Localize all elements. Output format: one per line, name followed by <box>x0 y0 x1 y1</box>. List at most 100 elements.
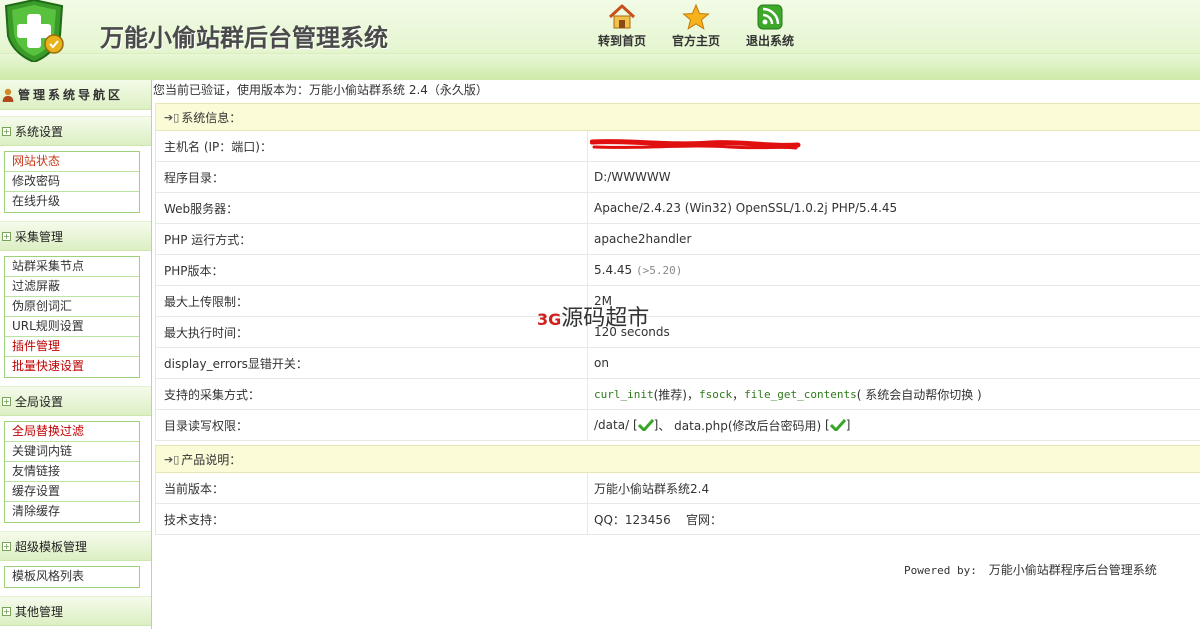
row-label: 支持的采集方式： <box>156 379 588 409</box>
row-value: QQ：123456 官网： <box>588 504 1200 534</box>
sidebar-header: 管理系统导航区 <box>0 80 151 110</box>
sidebar-section-system[interactable]: + 系统设置 <box>0 116 151 146</box>
table-row: display_errors显错开关： on <box>156 348 1200 379</box>
row-label: PHP 运行方式： <box>156 224 588 254</box>
sidebar-item-filter-block[interactable]: 过滤屏蔽 <box>5 277 139 297</box>
nav-home-button[interactable]: 转到首页 <box>585 0 659 49</box>
sidebar-item-cache-settings[interactable]: 缓存设置 <box>5 482 139 502</box>
checkmark-icon <box>637 419 654 431</box>
sidebar-header-label: 管理系统导航区 <box>18 88 124 102</box>
sidebar: 管理系统导航区 + 系统设置 网站状态 修改密码 在线升级 + 采集管理 站群采… <box>0 80 152 629</box>
nav-logout-button[interactable]: 退出系统 <box>733 0 807 49</box>
sidebar-item-plugins[interactable]: 插件管理 <box>5 337 139 357</box>
sidebar-section-label: 全局设置 <box>15 394 64 409</box>
row-value: 5.4.45 (>5.20) <box>588 255 1200 285</box>
sidebar-item-batch-settings[interactable]: 批量快速设置 <box>5 357 139 377</box>
powered-text: 万能小偷站群程序后台管理系统 <box>988 563 1157 577</box>
main-content: 您当前已验证，使用版本为：万能小偷站群系统 2.4（永久版） ➔▯ 系统信息： … <box>153 80 1200 629</box>
row-value: Apache/2.4.23 (Win32) OpenSSL/1.0.2j PHP… <box>594 201 898 215</box>
sidebar-item-friend-links[interactable]: 友情链接 <box>5 462 139 482</box>
product-info-table: ➔▯ 产品说明： 当前版本： 万能小偷站群系统2.4 技术支持： QQ：1234… <box>155 445 1200 535</box>
dir-data: /data/ <box>594 418 630 432</box>
expand-icon: + <box>2 231 11 241</box>
watermark-brand: 3G <box>537 310 562 329</box>
table-row: PHP版本： 5.4.45 (>5.20) <box>156 255 1200 286</box>
method-curl: curl_init <box>594 387 654 401</box>
row-value: apache2handler <box>594 232 692 246</box>
sidebar-item-change-password[interactable]: 修改密码 <box>5 172 139 192</box>
row-value: 2M <box>594 294 612 308</box>
sidebar-item-keyword-links[interactable]: 关键词内链 <box>5 442 139 462</box>
support-site: 官网： <box>685 512 722 527</box>
section-arrow-icon: ➔▯ <box>164 452 180 466</box>
sidebar-item-online-upgrade[interactable]: 在线升级 <box>5 192 139 212</box>
php-version-note: (>5.20) <box>636 263 683 277</box>
row-label: 技术支持： <box>156 504 588 534</box>
table-row: 最大执行时间： 120 seconds <box>156 317 1200 348</box>
sidebar-section-items: 网站状态 修改密码 在线升级 <box>4 151 140 213</box>
system-info-header: ➔▯ 系统信息： <box>156 103 1200 131</box>
row-label: 当前版本： <box>156 473 588 503</box>
table-row: 程序目录： D:/WWWWW <box>156 162 1200 193</box>
home-icon <box>608 4 636 29</box>
row-value: 120 seconds <box>594 325 670 339</box>
sidebar-section-items: 全局替换过滤 关键词内链 友情链接 缓存设置 清除缓存 <box>4 421 140 523</box>
sidebar-section-templates[interactable]: + 超级模板管理 <box>0 531 151 561</box>
sidebar-section-items: 模板风格列表 <box>4 566 140 588</box>
sidebar-item-site-status[interactable]: 网站状态 <box>5 152 139 172</box>
expand-icon: + <box>2 606 11 616</box>
sidebar-section-label: 其他管理 <box>15 604 64 619</box>
table-row: 支持的采集方式： curl_init (推荐) ， fsock ， file_g… <box>156 379 1200 410</box>
user-icon <box>2 88 14 102</box>
sidebar-item-pseudo-words[interactable]: 伪原创词汇 <box>5 297 139 317</box>
method-file-get-contents: file_get_contents <box>744 387 857 401</box>
powered-by: Powered by: 万能小偷站群程序后台管理系统 <box>904 561 1157 578</box>
table-row: 目录读写权限： /data/ []、 data.php(修改后台密码用) [] <box>156 410 1200 441</box>
row-value: on <box>594 356 609 370</box>
method-note: ( 系统会自动帮你切换 ) <box>856 387 982 402</box>
powered-prefix: Powered by: <box>904 564 977 577</box>
method-separator: ， <box>686 387 699 402</box>
table-row: PHP 运行方式： apache2handler <box>156 224 1200 255</box>
product-info-header: ➔▯ 产品说明： <box>156 445 1200 473</box>
sidebar-item-url-rules[interactable]: URL规则设置 <box>5 317 139 337</box>
system-info-title: 系统信息： <box>181 110 242 125</box>
app-title: 万能小偷站群后台管理系统 <box>100 24 388 52</box>
row-value: D:/WWWWW <box>594 170 671 184</box>
sidebar-item-template-list[interactable]: 模板风格列表 <box>5 567 139 587</box>
expand-icon: + <box>2 396 11 406</box>
row-label: 程序目录： <box>156 162 588 192</box>
sidebar-section-collect[interactable]: + 采集管理 <box>0 221 151 251</box>
row-value: curl_init (推荐) ， fsock ， file_get_conten… <box>588 379 1200 409</box>
sidebar-section-other[interactable]: + 其他管理 <box>0 596 151 626</box>
top-nav: 转到首页 官方主页 退出系统 <box>585 0 807 49</box>
checkmark-icon <box>829 419 846 431</box>
sidebar-item-clear-cache[interactable]: 清除缓存 <box>5 502 139 522</box>
method-separator: ， <box>732 387 745 402</box>
row-label: 主机名 (IP：端口)： <box>156 131 588 161</box>
redaction-mark <box>590 139 801 150</box>
system-info-table: ➔▯ 系统信息： 主机名 (IP：端口)： 程序目录： D:/WWWWW Web… <box>155 103 1200 441</box>
table-row: 技术支持： QQ：123456 官网： <box>156 504 1200 535</box>
sidebar-item-global-replace[interactable]: 全局替换过滤 <box>5 422 139 442</box>
method-recommend: (推荐) <box>653 387 687 402</box>
section-arrow-icon: ➔▯ <box>164 110 180 124</box>
sidebar-section-items: 站群采集节点 过滤屏蔽 伪原创词汇 URL规则设置 插件管理 批量快速设置 <box>4 256 140 378</box>
star-icon <box>682 4 710 30</box>
sidebar-item-collect-nodes[interactable]: 站群采集节点 <box>5 257 139 277</box>
support-qq: QQ：123456 <box>594 512 671 527</box>
sidebar-section-global[interactable]: + 全局设置 <box>0 386 151 416</box>
row-label: display_errors显错开关： <box>156 348 588 378</box>
nav-home-label: 转到首页 <box>597 34 646 48</box>
table-row: 最大上传限制： 2M <box>156 286 1200 317</box>
header-bar: 万能小偷站群后台管理系统 转到首页 官方主页 退出系统 <box>0 0 1200 80</box>
nav-logout-label: 退出系统 <box>745 34 794 48</box>
table-row: 当前版本： 万能小偷站群系统2.4 <box>156 473 1200 504</box>
row-value: 万能小偷站群系统2.4 <box>594 481 710 496</box>
nav-official-button[interactable]: 官方主页 <box>659 0 733 49</box>
watermark-text: 源码超市 <box>561 306 650 331</box>
php-version-value: 5.4.45 <box>594 263 633 277</box>
header-strip <box>0 53 1200 80</box>
row-label: 最大上传限制： <box>156 286 588 316</box>
dir-separator: 、 <box>658 418 671 433</box>
